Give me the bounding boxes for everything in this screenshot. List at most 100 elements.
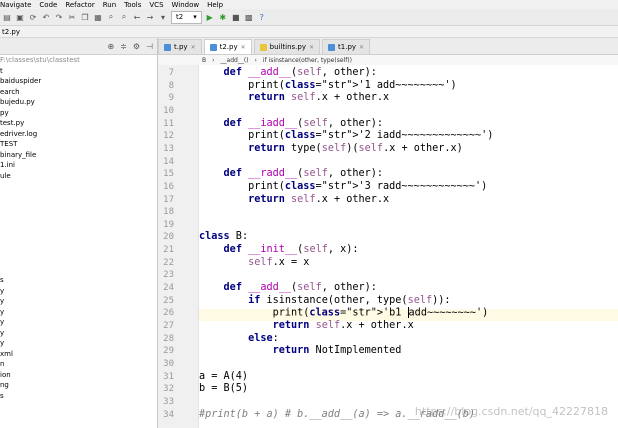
- breadcrumb-item[interactable]: B: [202, 57, 206, 64]
- run-icon[interactable]: ▶: [205, 12, 215, 22]
- breadcrumb-item[interactable]: __add__(): [221, 57, 249, 64]
- save-icon[interactable]: ▣: [15, 12, 25, 22]
- code-line[interactable]: return self.x + other.x: [199, 320, 414, 332]
- code-line[interactable]: if isinstance(other, type(self)):: [199, 295, 450, 307]
- tree-item[interactable]: s: [0, 275, 157, 286]
- tree-item[interactable]: bujedu.py: [0, 97, 157, 108]
- paste-icon[interactable]: ▦: [93, 12, 103, 22]
- tree-item[interactable]: baiduspider: [0, 76, 157, 87]
- tab-t2-py[interactable]: t2.py ✕: [203, 39, 252, 54]
- tree-item[interactable]: binary_file: [0, 150, 157, 161]
- project-root-path[interactable]: F:\classes\stu\classtest: [0, 55, 157, 66]
- tree-item[interactable]: edriver.log: [0, 129, 157, 140]
- code-line[interactable]: b = B(5): [199, 383, 248, 395]
- code-line[interactable]: print(class="str">'1 add~~~~~~~~'): [199, 80, 457, 92]
- line-number: 32: [163, 384, 174, 395]
- tree-item[interactable]: earch: [0, 87, 157, 98]
- menu-tools[interactable]: Tools: [124, 1, 141, 9]
- nav-forward-icon[interactable]: →: [145, 12, 155, 22]
- debug-icon[interactable]: ✱: [218, 12, 228, 22]
- text-cursor: [407, 307, 409, 319]
- menu-help[interactable]: Help: [207, 1, 223, 9]
- find-icon[interactable]: ⌕: [106, 12, 116, 22]
- navigation-bar: t2.py: [0, 26, 618, 38]
- tree-item[interactable]: n: [0, 359, 157, 370]
- tree-item[interactable]: ng: [0, 380, 157, 391]
- code-line[interactable]: class B:: [199, 231, 248, 243]
- code-line[interactable]: return self.x + other.x: [199, 92, 389, 104]
- locate-icon[interactable]: ⊕: [107, 42, 114, 51]
- hide-icon[interactable]: ⊣: [146, 42, 153, 51]
- line-number: 29: [163, 346, 174, 357]
- tree-item[interactable]: 1.ini: [0, 160, 157, 171]
- main-toolbar: ▤ ▣ ⟳ ↶ ↷ ✂ ❐ ▦ ⌕ ⌕ ← → ▾ t2 ▾ ▶ ✱ ■ ▩ ?: [0, 9, 618, 26]
- replace-icon[interactable]: ⌕: [119, 12, 129, 22]
- menu-vcs[interactable]: VCS: [149, 1, 163, 9]
- line-number: 24: [163, 283, 174, 294]
- menu-code[interactable]: Code: [39, 1, 57, 9]
- copy-icon[interactable]: ❐: [80, 12, 90, 22]
- code-line[interactable]: def __radd__(self, other):: [199, 168, 384, 180]
- forward-arrow-icon[interactable]: ↷: [54, 12, 64, 22]
- code-line[interactable]: print(class="str">'2 iadd~~~~~~~~~~~~~'): [199, 130, 493, 142]
- tree-item[interactable]: y: [0, 286, 157, 297]
- code-line[interactable]: print(class="str">'3 radd~~~~~~~~~~~~'): [199, 181, 487, 193]
- line-number: 25: [163, 295, 174, 306]
- code-line[interactable]: a = A(4): [199, 371, 248, 383]
- menu-window[interactable]: Window: [172, 1, 200, 9]
- back-arrow-icon[interactable]: ↶: [41, 12, 51, 22]
- menu-refactor[interactable]: Refactor: [65, 1, 94, 9]
- tree-item[interactable]: test.py: [0, 118, 157, 129]
- tree-item[interactable]: y: [0, 328, 157, 339]
- collapse-icon[interactable]: ≑: [120, 42, 127, 51]
- nav-file-label[interactable]: t2.py: [2, 28, 20, 36]
- code-line[interactable]: self.x = x: [199, 257, 309, 269]
- close-icon[interactable]: ✕: [191, 44, 196, 51]
- tree-item[interactable]: y: [0, 317, 157, 328]
- close-icon[interactable]: ✕: [309, 44, 314, 51]
- stop-icon[interactable]: ■: [231, 12, 241, 22]
- code-line[interactable]: print(class="str">'b1 add~~~~~~~~'): [199, 307, 488, 319]
- code-line[interactable]: return NotImplemented: [199, 345, 402, 357]
- tree-item[interactable]: s: [0, 391, 157, 402]
- menu-run[interactable]: Run: [103, 1, 116, 9]
- close-icon[interactable]: ✕: [359, 44, 364, 51]
- code-line[interactable]: else:: [199, 333, 279, 345]
- tree-item[interactable]: t: [0, 66, 157, 77]
- tree-item[interactable]: TEST: [0, 139, 157, 150]
- gear-icon[interactable]: ⚙: [133, 42, 140, 51]
- tree-item[interactable]: y: [0, 338, 157, 349]
- code-line[interactable]: def __add__(self, other):: [199, 67, 377, 79]
- menu-navigate[interactable]: Navigate: [0, 1, 31, 9]
- close-icon[interactable]: ✕: [241, 44, 246, 51]
- open-icon[interactable]: ▤: [2, 12, 12, 22]
- build-icon[interactable]: ▾: [158, 12, 168, 22]
- tree-item[interactable]: ule: [0, 171, 157, 182]
- code-line[interactable]: def __init__(self, x):: [199, 244, 359, 256]
- coverage-icon[interactable]: ▩: [244, 12, 254, 22]
- tree-item[interactable]: y: [0, 296, 157, 307]
- tab-builtins-py[interactable]: builtins.py ✕: [253, 39, 321, 54]
- line-number: 30: [163, 358, 174, 369]
- project-panel: ⊕ ≑ ⚙ ⊣ F:\classes\stu\classtest t baidu…: [0, 38, 158, 428]
- help-icon[interactable]: ?: [257, 12, 267, 22]
- tree-item[interactable]: py: [0, 108, 157, 119]
- sync-icon[interactable]: ⟳: [28, 12, 38, 22]
- line-number: 13: [163, 143, 174, 154]
- code-editor[interactable]: def __add__(self, other): print(class="s…: [199, 65, 618, 428]
- code-line[interactable]: return self.x + other.x: [199, 194, 389, 206]
- tree-item[interactable]: ion: [0, 370, 157, 381]
- code-line[interactable]: return type(self)(self.x + other.x): [199, 143, 463, 155]
- code-line[interactable]: def __add__(self, other):: [199, 282, 377, 294]
- tab-t1-py[interactable]: t1.py ✕: [322, 39, 371, 54]
- code-line[interactable]: def __iadd__(self, other):: [199, 118, 384, 130]
- breadcrumb-item[interactable]: if isinstance(other, type(self)): [263, 57, 352, 64]
- nav-back-icon[interactable]: ←: [132, 12, 142, 22]
- tree-item[interactable]: xml: [0, 349, 157, 360]
- cut-icon[interactable]: ✂: [67, 12, 77, 22]
- line-number: 34: [163, 409, 174, 420]
- tab-t-py[interactable]: t.py ✕: [158, 39, 202, 54]
- project-panel-header: ⊕ ≑ ⚙ ⊣: [0, 38, 157, 55]
- run-config-select[interactable]: t2 ▾: [171, 10, 202, 24]
- tree-item[interactable]: y: [0, 307, 157, 318]
